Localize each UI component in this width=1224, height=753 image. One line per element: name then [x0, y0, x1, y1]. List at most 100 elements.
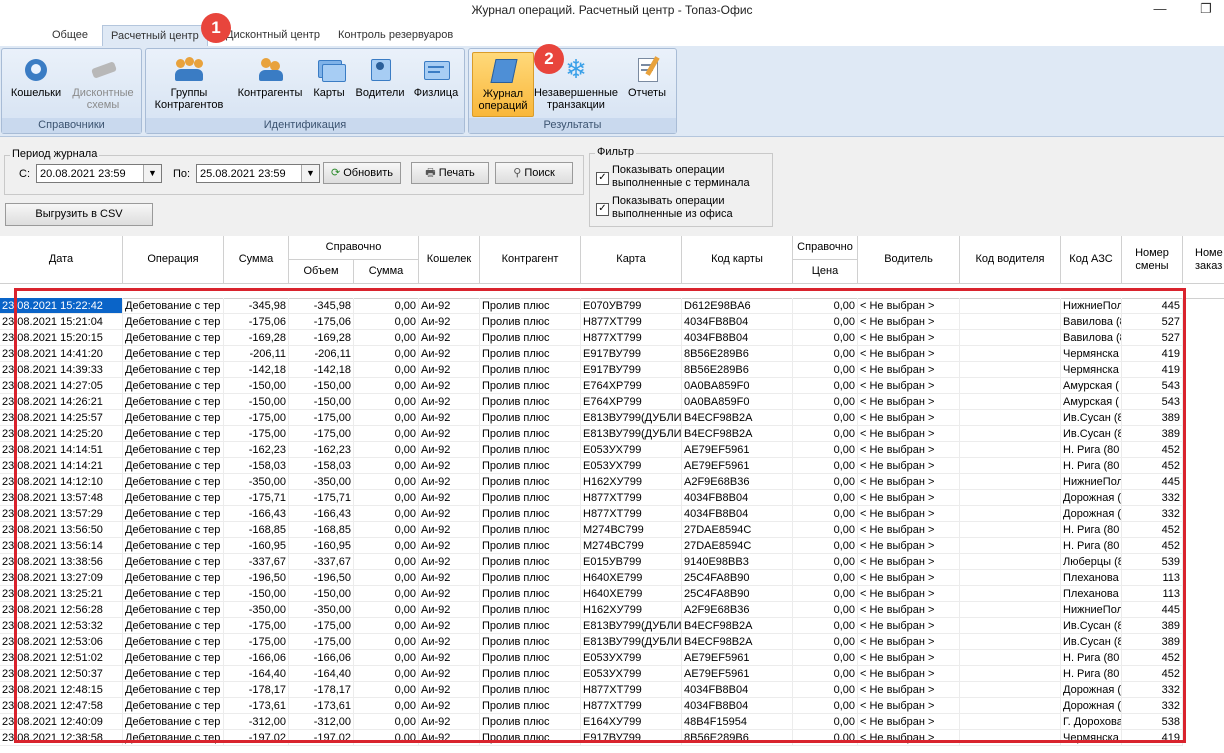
cell-driver-code[interactable] — [960, 698, 1061, 714]
cell-driver[interactable]: < Не выбран > — [858, 506, 960, 522]
cell-price[interactable]: 0,00 — [793, 650, 858, 666]
chevron-down-icon[interactable]: ▼ — [143, 165, 161, 182]
cell-card-code[interactable]: A2F9E68B36 — [682, 474, 793, 490]
cell-card-code[interactable]: AE79EF5961 — [682, 458, 793, 474]
cell-azs-code[interactable]: Чермянска — [1061, 346, 1122, 362]
cell-sum[interactable]: -175,71 — [224, 490, 289, 506]
cell-contractor[interactable]: Пролив плюс — [480, 602, 581, 618]
cell-driver[interactable]: < Не выбран > — [858, 698, 960, 714]
cell-shift[interactable]: 527 — [1122, 330, 1183, 346]
cell-ref-sum[interactable]: 0,00 — [354, 314, 419, 330]
cell-azs-code[interactable]: НижниеПол — [1061, 474, 1122, 490]
cell-contractor[interactable]: Пролив плюс — [480, 698, 581, 714]
cell-card-code[interactable]: 4034FB8B04 — [682, 682, 793, 698]
terminal-ops-checkbox[interactable]: ✓ — [596, 172, 609, 185]
cell-sum[interactable]: -312,00 — [224, 714, 289, 730]
cell-volume[interactable]: -168,85 — [289, 522, 354, 538]
cell-shift[interactable]: 419 — [1122, 346, 1183, 362]
cell-card-code[interactable]: 4034FB8B04 — [682, 330, 793, 346]
cell-azs-code[interactable]: Дорожная ( — [1061, 698, 1122, 714]
cell-date[interactable]: 23.08.2021 13:56:50 — [0, 522, 123, 538]
cell-wallet[interactable]: Аи-92 — [419, 554, 480, 570]
cell-sum[interactable]: -175,00 — [224, 618, 289, 634]
cell-azs-code[interactable]: Плеханова — [1061, 586, 1122, 602]
cell-card[interactable]: Н162ХУ799 — [581, 474, 682, 490]
search-button[interactable]: ⚲ Поиск — [495, 162, 573, 184]
cell-card[interactable]: Е015УВ799 — [581, 554, 682, 570]
cell-sum[interactable]: -350,00 — [224, 602, 289, 618]
cell-driver[interactable]: < Не выбран > — [858, 362, 960, 378]
cell-card-code[interactable]: 8B56E289B6 — [682, 362, 793, 378]
cell-shift[interactable]: 452 — [1122, 666, 1183, 682]
cell-date[interactable]: 23.08.2021 13:25:21 — [0, 586, 123, 602]
cell-volume[interactable]: -162,23 — [289, 442, 354, 458]
cell-wallet[interactable]: Аи-92 — [419, 410, 480, 426]
cell-date[interactable]: 23.08.2021 12:38:58 — [0, 730, 123, 746]
cell-volume[interactable]: -150,00 — [289, 394, 354, 410]
cell-driver-code[interactable] — [960, 442, 1061, 458]
cell-azs-code[interactable]: Н. Рига (80 — [1061, 538, 1122, 554]
cell-price[interactable]: 0,00 — [793, 410, 858, 426]
cell-card-code[interactable]: 4034FB8B04 — [682, 314, 793, 330]
cell-date[interactable]: 23.08.2021 12:47:58 — [0, 698, 123, 714]
cell-shift[interactable]: 527 — [1122, 314, 1183, 330]
cell-price[interactable]: 0,00 — [793, 378, 858, 394]
cell-azs-code[interactable]: Чермянска — [1061, 362, 1122, 378]
cell-date[interactable]: 23.08.2021 12:53:06 — [0, 634, 123, 650]
cell-price[interactable]: 0,00 — [793, 602, 858, 618]
cell-operation[interactable]: Дебетование с тер — [123, 634, 224, 650]
cell-contractor[interactable]: Пролив плюс — [480, 330, 581, 346]
cell-contractor[interactable]: Пролив плюс — [480, 474, 581, 490]
cell-date[interactable]: 23.08.2021 13:57:48 — [0, 490, 123, 506]
cell-driver-code[interactable] — [960, 602, 1061, 618]
cell-card-code[interactable]: 25C4FA8B90 — [682, 586, 793, 602]
cell-azs-code[interactable]: Амурская ( — [1061, 378, 1122, 394]
cell-driver[interactable]: < Не выбран > — [858, 538, 960, 554]
cell-shift[interactable]: 389 — [1122, 634, 1183, 650]
cell-driver-code[interactable] — [960, 682, 1061, 698]
cell-operation[interactable]: Дебетование с тер — [123, 586, 224, 602]
cell-card-code[interactable]: 48B4F15954 — [682, 714, 793, 730]
cell-driver-code[interactable] — [960, 634, 1061, 650]
cell-contractor[interactable]: Пролив плюс — [480, 490, 581, 506]
cell-price[interactable]: 0,00 — [793, 458, 858, 474]
cell-card[interactable]: Е053УХ799 — [581, 458, 682, 474]
cell-azs-code[interactable]: Ив.Сусан (8 — [1061, 410, 1122, 426]
cell-price[interactable]: 0,00 — [793, 618, 858, 634]
cell-card[interactable]: Е917ВУ799 — [581, 730, 682, 746]
cell-card-code[interactable]: B4ECF98B2A — [682, 426, 793, 442]
col-header-price[interactable]: Цена — [793, 260, 858, 284]
cell-ref-sum[interactable]: 0,00 — [354, 602, 419, 618]
cell-date[interactable]: 23.08.2021 13:27:09 — [0, 570, 123, 586]
cell-card-code[interactable]: 4034FB8B04 — [682, 490, 793, 506]
cell-ref-sum[interactable]: 0,00 — [354, 298, 419, 314]
cell-volume[interactable]: -166,06 — [289, 650, 354, 666]
drivers-button[interactable]: Водители — [352, 55, 408, 99]
cell-ref-sum[interactable]: 0,00 — [354, 362, 419, 378]
cell-card[interactable]: Е164ХУ799 — [581, 714, 682, 730]
cell-date[interactable]: 23.08.2021 15:22:42 — [0, 298, 123, 314]
contractors-button[interactable]: Контрагенты — [234, 55, 306, 99]
cell-sum[interactable]: -175,00 — [224, 426, 289, 442]
cell-operation[interactable]: Дебетование с тер — [123, 538, 224, 554]
col-header-volume[interactable]: Объем — [289, 260, 354, 284]
cell-driver-code[interactable] — [960, 490, 1061, 506]
cell-driver[interactable]: < Не выбран > — [858, 570, 960, 586]
cell-date[interactable]: 23.08.2021 14:27:05 — [0, 378, 123, 394]
cell-azs-code[interactable]: Дорожная ( — [1061, 490, 1122, 506]
cell-driver[interactable]: < Не выбран > — [858, 618, 960, 634]
cell-sum[interactable]: -350,00 — [224, 474, 289, 490]
cell-shift[interactable]: 113 — [1122, 570, 1183, 586]
col-header-azs-code[interactable]: Код АЗС — [1061, 236, 1122, 284]
cell-driver-code[interactable] — [960, 666, 1061, 682]
cell-date[interactable]: 23.08.2021 13:56:14 — [0, 538, 123, 554]
cell-date[interactable]: 23.08.2021 12:56:28 — [0, 602, 123, 618]
cell-azs-code[interactable]: Н. Рига (80 — [1061, 522, 1122, 538]
cell-driver-code[interactable] — [960, 586, 1061, 602]
cell-ref-sum[interactable]: 0,00 — [354, 554, 419, 570]
cell-operation[interactable]: Дебетование с тер — [123, 522, 224, 538]
filter-row[interactable] — [0, 284, 1224, 299]
cell-card-code[interactable]: B4ECF98B2A — [682, 410, 793, 426]
cell-wallet[interactable]: Аи-92 — [419, 730, 480, 746]
cell-card[interactable]: Н162ХУ799 — [581, 602, 682, 618]
